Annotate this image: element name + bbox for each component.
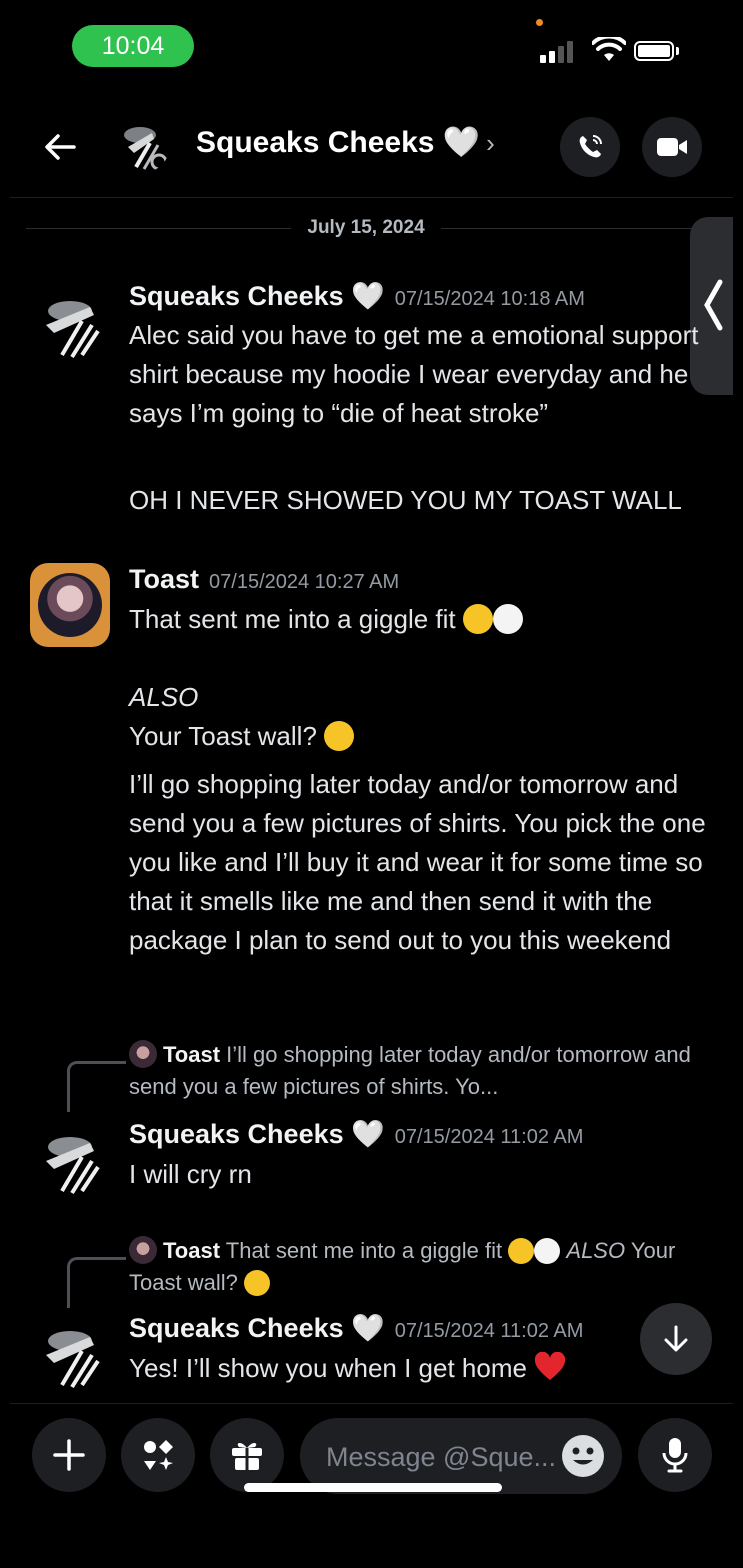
pleading-face-emoji-icon [243,1270,270,1296]
red-heart-emoji-icon [535,1352,566,1380]
reply-connector [67,1257,126,1308]
message-text: Alec said you have to get me a emotional… [129,320,699,428]
message-timestamp: 07/15/2024 10:18 AM [394,288,585,310]
date-divider-label: July 15, 2024 [307,217,425,238]
gift-icon [232,1442,262,1470]
message-text: Yes! I’ll show you when I get home [129,1349,719,1388]
battery-icon [634,41,674,61]
reply-preview[interactable]: Toast That sent me into a giggle fit ALS… [129,1235,719,1299]
message-author[interactable]: Squeaks Cheeks 🤍 07/15/2024 11:02 AM [129,1312,583,1344]
skull-emoji-icon [534,1238,561,1264]
emoji-icon [572,1447,594,1465]
scroll-to-bottom-button[interactable] [640,1303,712,1375]
message-author[interactable]: Squeaks Cheeks 🤍 07/15/2024 10:18 AM [129,280,585,312]
message-text: I’ll go shopping later today and/or tomo… [129,769,706,955]
reply-avatar [129,1040,157,1068]
avatar[interactable] [34,1121,110,1197]
add-attachment-button[interactable] [32,1418,106,1492]
message-timestamp: 07/15/2024 11:02 AM [394,1320,584,1342]
voice-message-button[interactable] [638,1418,712,1492]
arrow-down-icon [664,1325,688,1352]
gift-button[interactable] [210,1418,284,1492]
message-text: Your Toast wall? [129,717,719,756]
message-text: ALSO [129,682,199,712]
message-composer [10,1403,733,1524]
message-text: I will cry rn [129,1159,252,1189]
apps-icon [144,1440,173,1470]
message-timestamp: 07/15/2024 11:02 AM [394,1126,584,1148]
privacy-indicator [536,19,543,26]
reply-connector [67,1061,126,1112]
chat-header: Squeaks Cheeks 🤍 › [10,105,733,198]
chevron-left-icon [704,279,723,331]
message-text: OH I NEVER SHOWED YOU MY TOAST WALL [129,485,682,515]
reply-preview[interactable]: Toast I’ll go shopping later today and/o… [129,1039,719,1103]
phone-icon [579,135,602,158]
pleading-face-emoji-icon [324,721,355,751]
reply-avatar [129,1236,157,1264]
plus-icon [53,1439,85,1471]
battery-tip [676,47,679,55]
app-screen: 10:04 Squeaks Cheeks 🤍 › July 15, 2024 S… [10,5,733,1568]
message-text: That sent me into a giggle fit [129,600,719,639]
avatar-toast[interactable] [30,563,110,647]
laughing-crying-emoji-icon [462,604,493,634]
status-time: 10:04 [72,25,194,67]
laughing-crying-emoji-icon [508,1238,535,1264]
cellular-signal-icon [540,41,573,63]
date-divider: July 15, 2024 [26,213,707,243]
wifi-icon [592,37,626,61]
video-call-button[interactable] [642,117,702,177]
header-avatar[interactable] [114,117,170,173]
arrow-left-icon[interactable] [40,127,80,167]
chevron-right-icon: › [486,128,495,158]
header-title[interactable]: Squeaks Cheeks 🤍 › [196,125,495,160]
video-camera-icon [657,138,687,156]
avatar[interactable] [34,1315,110,1391]
home-indicator[interactable] [244,1483,502,1492]
voice-call-button[interactable] [560,117,620,177]
microphone-icon [662,1438,688,1473]
emoji-picker-button[interactable] [562,1435,604,1477]
message-author[interactable]: Squeaks Cheeks 🤍 07/15/2024 11:02 AM [129,1118,583,1150]
avatar[interactable] [34,285,110,361]
skull-emoji-icon [492,604,523,634]
message-timestamp: 07/15/2024 10:27 AM [209,571,400,593]
apps-button[interactable] [121,1418,195,1492]
message-author[interactable]: Toast 07/15/2024 10:27 AM [129,564,399,595]
